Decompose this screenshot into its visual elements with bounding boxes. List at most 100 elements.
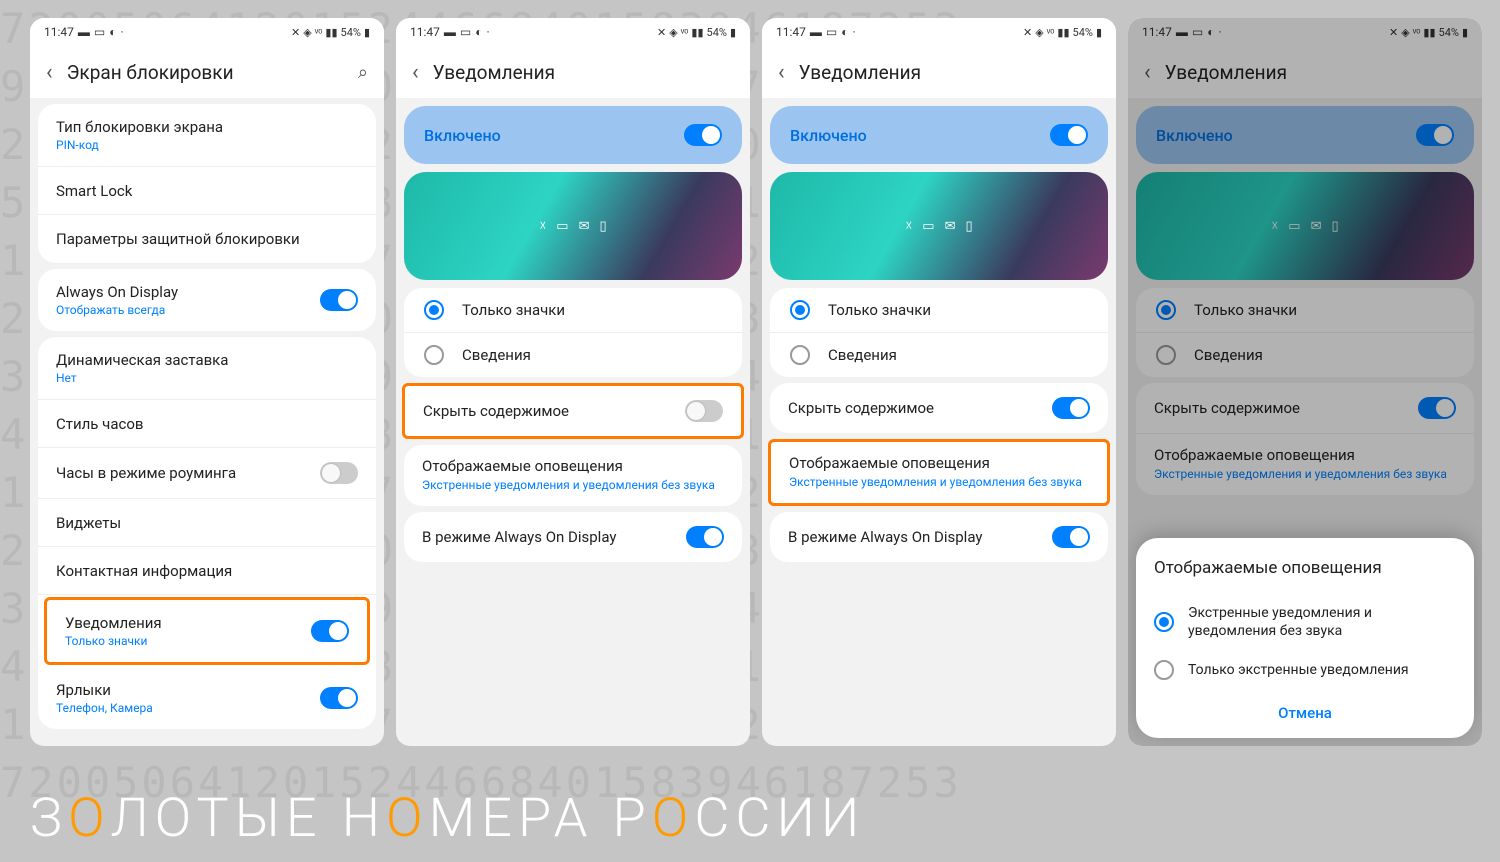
dialog-shown-alerts: Отображаемые оповещения Экстренные уведо… xyxy=(1136,538,1474,738)
radio-icon[interactable] xyxy=(790,345,810,365)
signal-icon: ▮▮ xyxy=(1423,26,1435,39)
toggle-hide-content[interactable] xyxy=(685,400,723,422)
signal-icon: ▮▮ xyxy=(325,26,337,39)
row-notifications[interactable]: УведомленияТолько значки xyxy=(47,600,367,662)
wifi-icon: ◈ xyxy=(669,26,677,39)
row-contact-info[interactable]: Контактная информация xyxy=(38,547,376,595)
missed-call-icon: ☓ xyxy=(539,219,546,234)
row-aod[interactable]: Always On DisplayОтображать всегда xyxy=(38,269,376,331)
toggle-enabled[interactable] xyxy=(684,124,722,146)
row-widgets[interactable]: Виджеты xyxy=(38,499,376,547)
radio-icon[interactable] xyxy=(790,300,810,320)
radio-icon[interactable] xyxy=(1156,300,1176,320)
statusbar: 11:47 ▬▭◐ · ✕◈ᵛᵒ▮▮54%▮ xyxy=(762,18,1116,46)
volte-icon: ᵛᵒ xyxy=(1047,26,1055,39)
radio-icon[interactable] xyxy=(1156,345,1176,365)
back-icon[interactable]: ‹ xyxy=(1144,60,1151,85)
header-title: Уведомления xyxy=(1165,61,1287,84)
toggle-aod[interactable] xyxy=(320,289,358,311)
mute-icon: ✕ xyxy=(657,26,666,39)
radio-details[interactable]: Сведения xyxy=(404,333,742,377)
statusbar: 11:47 ▬▭◐ · ✕◈ᵛᵒ▮▮54%▮ xyxy=(1128,18,1482,46)
header: ‹ Уведомления xyxy=(1128,46,1482,98)
weather-icon: ◐ xyxy=(841,25,848,39)
row-clock-style[interactable]: Стиль часов xyxy=(38,400,376,448)
row-smart-lock[interactable]: Smart Lock xyxy=(38,167,376,215)
row-hide-content[interactable]: Скрыть содержимое xyxy=(1136,383,1474,434)
mail-icon: ✉ xyxy=(579,219,590,234)
row-shown-alerts[interactable]: Отображаемые оповещения Экстренные уведо… xyxy=(404,445,742,506)
toggle-enabled[interactable] xyxy=(1050,124,1088,146)
toggle-hide-content[interactable] xyxy=(1418,397,1456,419)
phone-screen-3: 11:47 ▬▭◐ · ✕◈ᵛᵒ▮▮54%▮ ‹ Уведомления Вкл… xyxy=(762,18,1116,746)
row-aod-mode[interactable]: В режиме Always On Display xyxy=(404,512,742,562)
signal-icon: ▮▮ xyxy=(1057,26,1069,39)
radio-icons-only[interactable]: Только значки xyxy=(1136,288,1474,333)
row-hide-content[interactable]: Скрыть содержимое xyxy=(405,386,741,436)
radio-details[interactable]: Сведения xyxy=(1136,333,1474,377)
dialog-option-2[interactable]: Только экстренные уведомления xyxy=(1154,650,1456,690)
phone-screen-1: 11:47 ▬▭◐ · ✕◈ᵛᵒ▮▮54%▮ ‹ Экран блокировк… xyxy=(30,18,384,746)
highlight-shown-alerts: Отображаемые оповещения Экстренные уведо… xyxy=(768,439,1110,506)
toggle-enabled[interactable] xyxy=(1416,124,1454,146)
chat-icon: ▬ xyxy=(810,25,822,39)
radio-icon[interactable] xyxy=(1154,660,1174,680)
row-dynamic[interactable]: Динамическая заставкаНет xyxy=(38,337,376,400)
volte-icon: ᵛᵒ xyxy=(315,26,323,39)
weather-icon: ◐ xyxy=(109,25,116,39)
row-shown-alerts[interactable]: Отображаемые оповещения Экстренные уведо… xyxy=(771,442,1107,503)
message-icon: ▭ xyxy=(1192,25,1203,39)
back-icon[interactable]: ‹ xyxy=(412,60,419,85)
mute-icon: ✕ xyxy=(1023,26,1032,39)
radio-icon[interactable] xyxy=(1154,612,1174,632)
row-shown-alerts[interactable]: Отображаемые оповещения Экстренные уведо… xyxy=(1136,434,1474,495)
signal-icon: ▮▮ xyxy=(691,26,703,39)
missed-call-icon: ☓ xyxy=(1271,219,1278,234)
toggle-notifications[interactable] xyxy=(311,620,349,642)
lock-icon: ▯ xyxy=(1331,219,1338,234)
chat-icon: ▭ xyxy=(556,219,568,234)
highlight-notifications: УведомленияТолько значки xyxy=(44,597,370,665)
chat-icon: ▬ xyxy=(444,25,456,39)
radio-icons-only[interactable]: Только значки xyxy=(404,288,742,333)
status-time: 11:47 xyxy=(44,25,74,39)
phone-screen-2: 11:47 ▬▭◐ · ✕◈ᵛᵒ▮▮54%▮ ‹ Уведомления Вкл… xyxy=(396,18,750,746)
toggle-aod-mode[interactable] xyxy=(686,526,724,548)
row-roaming-clock[interactable]: Часы в режиме роуминга xyxy=(38,448,376,499)
mail-icon: ✉ xyxy=(945,219,956,234)
row-lock-type[interactable]: Тип блокировки экранаPIN-код xyxy=(38,104,376,167)
toggle-roaming[interactable] xyxy=(320,462,358,484)
mail-icon: ✉ xyxy=(1311,219,1322,234)
radio-icons-only[interactable]: Только значки xyxy=(770,288,1108,333)
wifi-icon: ◈ xyxy=(303,26,311,39)
wifi-icon: ◈ xyxy=(1035,26,1043,39)
search-icon[interactable]: ⌕ xyxy=(358,62,368,83)
dialog-cancel-button[interactable]: Отмена xyxy=(1154,690,1456,726)
row-aod-mode[interactable]: В режиме Always On Display xyxy=(770,512,1108,562)
back-icon[interactable]: ‹ xyxy=(46,60,53,85)
footer-brand: ЗОЛОТЫЕ НОМЕРА РОССИИ xyxy=(30,787,865,850)
row-shortcuts[interactable]: ЯрлыкиТелефон, Камера xyxy=(38,667,376,729)
lockscreen-preview: ☓ ▭ ✉ ▯ xyxy=(404,172,742,280)
header-title: Уведомления xyxy=(433,61,555,84)
statusbar: 11:47 ▬▭◐ · ✕◈ᵛᵒ▮▮54%▮ xyxy=(396,18,750,46)
status-battery: 54% xyxy=(341,26,361,39)
enabled-banner[interactable]: Включено xyxy=(1136,106,1474,164)
enabled-banner[interactable]: Включено xyxy=(770,106,1108,164)
lockscreen-preview: ☓ ▭ ✉ ▯ xyxy=(770,172,1108,280)
row-hide-content[interactable]: Скрыть содержимое xyxy=(770,383,1108,433)
radio-details[interactable]: Сведения xyxy=(770,333,1108,377)
back-icon[interactable]: ‹ xyxy=(778,60,785,85)
row-secure-params[interactable]: Параметры защитной блокировки xyxy=(38,215,376,263)
lockscreen-preview: ☓ ▭ ✉ ▯ xyxy=(1136,172,1474,280)
enabled-banner[interactable]: Включено xyxy=(404,106,742,164)
header: ‹ Экран блокировки ⌕ xyxy=(30,46,384,98)
mute-icon: ✕ xyxy=(291,26,300,39)
battery-icon: ▮ xyxy=(730,26,736,39)
toggle-aod-mode[interactable] xyxy=(1052,526,1090,548)
radio-icon[interactable] xyxy=(424,300,444,320)
radio-icon[interactable] xyxy=(424,345,444,365)
toggle-hide-content[interactable] xyxy=(1052,397,1090,419)
dialog-option-1[interactable]: Экстренные уведомления и уведомления без… xyxy=(1154,594,1456,650)
toggle-shortcuts[interactable] xyxy=(320,687,358,709)
